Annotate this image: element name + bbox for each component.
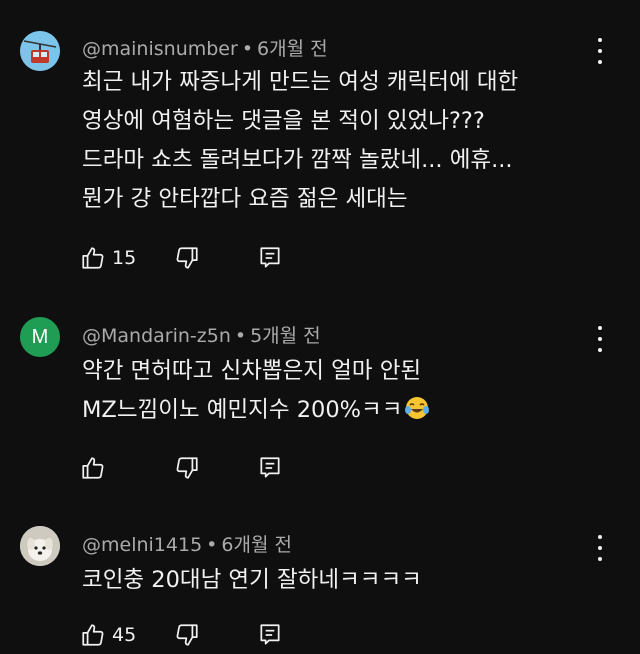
comment-line: 드라마 쇼츠 돌려보다가 깜짝 놀랐네... 에휴... <box>82 147 513 173</box>
cable-car-icon <box>20 31 60 71</box>
reply-icon <box>260 624 280 645</box>
comment-meta: @mainisnumber • 6개월 전 <box>82 34 328 61</box>
comment-text: 약간 면허따고 신차뽑은지 얼마 안된 MZ느낌이노 예민지수 200%ㅋㅋ <box>82 352 430 430</box>
thumbs-up-icon <box>82 624 104 646</box>
thumbs-down-icon <box>176 624 198 646</box>
dislike-button[interactable] <box>174 242 200 274</box>
avatar[interactable] <box>20 31 60 71</box>
dislike-button[interactable] <box>174 452 200 484</box>
dog-photo-icon <box>20 526 60 566</box>
author-name[interactable]: @Mandarin-z5n <box>82 325 231 347</box>
comment-line: 최근 내가 짜증나게 만드는 여성 캐릭터에 대한 <box>82 69 519 95</box>
like-button[interactable]: 45 <box>80 619 136 651</box>
thumbs-down-icon <box>176 457 198 479</box>
reply-icon <box>260 457 280 478</box>
author-name[interactable]: @melni1415 <box>82 534 202 556</box>
comment-text: 코인충 20대남 연기 잘하네ㅋㅋㅋㅋ <box>82 561 422 600</box>
separator-dot: • <box>234 325 247 347</box>
reply-button[interactable] <box>257 452 283 484</box>
like-count: 45 <box>112 624 137 646</box>
avatar[interactable] <box>20 526 60 566</box>
separator-dot: • <box>206 534 218 556</box>
separator-dot: • <box>241 38 254 60</box>
reply-button[interactable] <box>257 242 283 274</box>
like-button[interactable] <box>80 452 106 484</box>
reply-icon <box>260 247 280 268</box>
reply-button[interactable] <box>257 619 283 651</box>
avatar-letter: M <box>31 325 49 348</box>
comment-time[interactable]: 6개월 전 <box>257 38 328 60</box>
author-name[interactable]: @mainisnumber <box>82 38 238 60</box>
comment-time[interactable]: 6개월 전 <box>221 534 292 556</box>
like-button[interactable]: 15 <box>80 242 136 274</box>
like-count: 15 <box>112 247 137 269</box>
thumbs-up-icon <box>82 457 104 479</box>
comment-meta: @Mandarin-z5n • 5개월 전 <box>82 321 321 348</box>
comment-line: 뭔가 걍 안타깝다 요즘 젊은 세대는 <box>82 186 408 212</box>
avatar[interactable]: M <box>20 317 60 357</box>
comment-meta: @melni1415 • 6개월 전 <box>82 530 292 557</box>
comment-line: 약간 면허따고 신차뽑은지 얼마 안된 <box>82 358 422 384</box>
comment-line-text: MZ느낌이노 예민지수 200%ㅋㅋ <box>82 397 403 423</box>
more-options-icon[interactable] <box>590 38 610 64</box>
comment-text: 최근 내가 짜증나게 만드는 여성 캐릭터에 대한 영상에 여혐하는 댓글을 본… <box>82 63 518 219</box>
thumbs-up-icon <box>82 247 104 269</box>
dislike-button[interactable] <box>174 619 200 651</box>
more-options-icon[interactable] <box>590 535 610 561</box>
comment-line: 영상에 여혐하는 댓글을 본 적이 있었나??? <box>82 108 485 134</box>
comment-line: 코인충 20대남 연기 잘하네ㅋㅋㅋㅋ <box>82 567 422 593</box>
more-options-icon[interactable] <box>590 326 610 352</box>
comment-time[interactable]: 5개월 전 <box>250 325 321 347</box>
thumbs-down-icon <box>176 247 198 269</box>
tears-of-joy-emoji-icon <box>405 397 430 419</box>
comment-line: MZ느낌이노 예민지수 200%ㅋㅋ <box>82 391 430 430</box>
